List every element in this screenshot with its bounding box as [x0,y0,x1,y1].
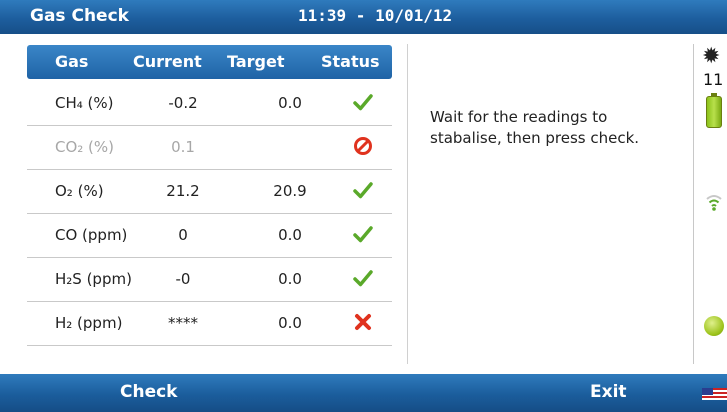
ok-check-icon [352,91,374,113]
target-value: 20.9 [273,182,307,200]
table-header: Gas Current Target Status [27,45,392,79]
ok-check-icon [352,267,374,289]
header-status: Status [321,52,380,71]
check-button[interactable]: Check [120,382,178,402]
fail-cross-icon [352,311,374,333]
footer-bar: Check Exit [0,374,727,412]
header-current: Current [133,52,202,71]
status-ok-icon [704,316,724,336]
table-row: CO (ppm) 0 0.0 [27,214,392,258]
target-value: 0.0 [278,314,302,332]
app-title: Gas Check [30,6,129,26]
header-gas: Gas [55,52,89,71]
table-row: H₂S (ppm) -0 0.0 [27,258,392,302]
current-value: 21.2 [166,182,200,200]
fan-icon: ✹ [702,44,721,69]
target-value: 0.0 [278,270,302,288]
current-value: **** [168,314,198,332]
us-flag-icon[interactable] [702,388,727,400]
gas-name: CO (ppm) [55,226,128,244]
exit-button[interactable]: Exit [590,382,627,402]
target-value: 0.0 [278,226,302,244]
table-row: H₂ (ppm) **** 0.0 [27,302,392,346]
current-value: 0.1 [171,138,195,156]
instruction-message: Wait for the readings to stabalise, then… [430,108,640,147]
table-row: CO₂ (%) 0.1 [27,126,392,170]
gas-name: H₂ (ppm) [55,314,123,332]
ok-check-icon [352,179,374,201]
gas-name: O₂ (%) [55,182,104,200]
battery-icon [706,93,722,128]
status-sidebar-divider [693,44,694,364]
current-value: -0 [175,270,191,288]
clock-datetime: 11:39 - 10/01/12 [298,6,453,25]
title-bar: Gas Check 11:39 - 10/01/12 [0,0,727,34]
gas-name: CH₄ (%) [55,94,114,112]
table-row: O₂ (%) 21.2 20.9 [27,170,392,214]
prohibited-icon [352,135,374,157]
gas-name: CO₂ (%) [55,138,115,156]
gas-name: H₂S (ppm) [55,270,132,288]
wifi-signal-icon [706,195,722,211]
target-value: 0.0 [278,94,302,112]
table-row: CH₄ (%) -0.2 0.0 [27,82,392,126]
header-target: Target [227,52,285,71]
fan-speed-value: 11 [703,70,724,89]
current-value: -0.2 [168,94,198,112]
ok-check-icon [352,223,374,245]
current-value: 0 [178,226,188,244]
panel-divider [407,44,408,364]
